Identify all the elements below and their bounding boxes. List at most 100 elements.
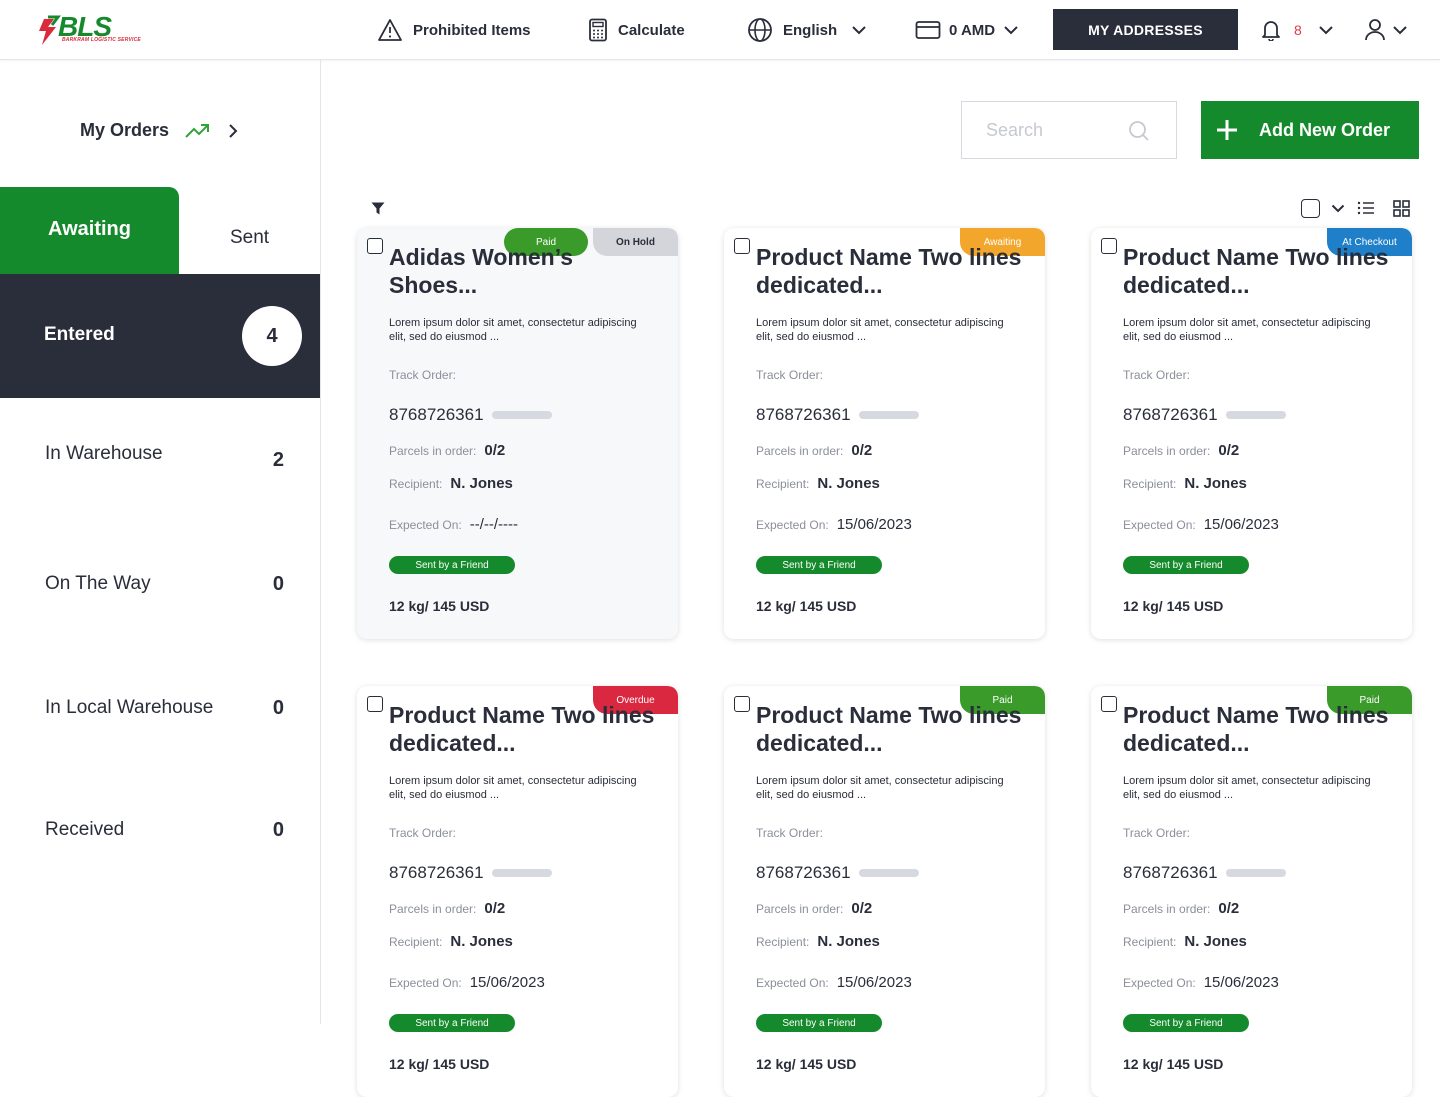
recipient-label: Recipient: [756, 934, 810, 949]
card-description: Lorem ipsum dolor sit amet, consectetur … [756, 317, 1004, 343]
chevron-right-icon [229, 123, 238, 138]
user-menu[interactable] [1364, 0, 1408, 60]
recipient-label: Recipient: [1123, 476, 1177, 491]
track-order-label: Track Order: [756, 826, 823, 840]
language-selector[interactable]: English [747, 0, 867, 60]
card-title: Product Name Two lines dedicated... [389, 702, 655, 756]
expected-label: Expected On: [756, 517, 829, 532]
card-title: Product Name Two lines dedicated... [1123, 702, 1389, 756]
status-on-the-way[interactable]: On The Way 0 [45, 573, 285, 596]
prohibited-items-label: Prohibited Items [413, 21, 531, 39]
track-progress-bar [1225, 869, 1286, 877]
chevron-down-icon [1004, 26, 1018, 35]
recipient-label: Recipient: [1123, 934, 1177, 949]
status-received[interactable]: Received 0 [45, 819, 285, 842]
track-number[interactable]: 8768726361 [1123, 863, 1286, 883]
balance-selector[interactable]: 0 AMD [915, 0, 1019, 60]
expected-label: Expected On: [1123, 975, 1196, 990]
bls-logo[interactable]: BLS BARKRAM LOGISTIC SERVICE [36, 11, 148, 47]
balance-label: 0 AMD [949, 21, 996, 39]
parcels-row: Parcels in order: 0/2 [1123, 442, 1239, 459]
parcels-label: Parcels in order: [1123, 443, 1211, 458]
status-in-warehouse[interactable]: In Warehouse 2 [45, 443, 285, 472]
search-icon[interactable] [1128, 120, 1150, 142]
track-order-label: Track Order: [756, 368, 823, 382]
parcels-value: 0/2 [1218, 900, 1240, 917]
card-checkbox[interactable] [1101, 238, 1117, 254]
track-number[interactable]: 8768726361 [1123, 405, 1286, 425]
track-order-label: Track Order: [1123, 826, 1190, 840]
expected-row: Expected On: --/--/---- [389, 516, 518, 533]
warning-icon [378, 19, 402, 41]
track-number[interactable]: 8768726361 [389, 863, 552, 883]
status-in-local-warehouse[interactable]: In Local Warehouse 0 [45, 697, 285, 720]
track-number-value: 8768726361 [1123, 405, 1218, 424]
language-label: English [783, 21, 838, 39]
my-orders-label: My Orders [80, 120, 170, 140]
card-checkbox[interactable] [367, 238, 383, 254]
track-number[interactable]: 8768726361 [389, 405, 552, 425]
chevron-down-icon[interactable] [1331, 204, 1345, 213]
track-number-value: 8768726361 [756, 405, 851, 424]
weight-price: 12 kg/ 145 USD [1123, 1056, 1224, 1072]
order-card[interactable]: At Checkout Product Name Two lines dedic… [1091, 228, 1412, 639]
search-box [961, 101, 1177, 159]
recipient-row: Recipient: N. Jones [756, 933, 880, 950]
calculate-label: Calculate [618, 21, 685, 39]
chevron-down-icon [1393, 26, 1407, 35]
tab-awaiting[interactable]: Awaiting [0, 187, 179, 274]
my-addresses-button[interactable]: MY ADDRESSES [1053, 9, 1238, 50]
tab-sent[interactable]: Sent [179, 187, 320, 274]
logo-subtitle: BARKRAM LOGISTIC SERVICE [62, 37, 141, 43]
expected-value: 15/06/2023 [836, 516, 912, 533]
card-checkbox[interactable] [367, 696, 383, 712]
recipient-label: Recipient: [389, 476, 443, 491]
track-order-label: Track Order: [389, 826, 456, 840]
select-all-checkbox[interactable] [1301, 199, 1320, 218]
plus-icon [1217, 120, 1237, 140]
track-number-value: 8768726361 [389, 863, 484, 882]
expected-value: 15/06/2023 [836, 974, 912, 991]
order-card[interactable]: Paid Product Name Two lines dedicated...… [724, 686, 1045, 1097]
status-entered[interactable]: Entered 4 [0, 274, 320, 398]
status-label: Received [45, 819, 125, 840]
card-checkbox[interactable] [734, 238, 750, 254]
parcels-row: Parcels in order: 0/2 [756, 442, 872, 459]
weight-price: 12 kg/ 145 USD [756, 1056, 857, 1072]
calculator-icon [589, 18, 607, 42]
parcels-value: 0/2 [1218, 442, 1240, 459]
expected-row: Expected On: 15/06/2023 [1123, 516, 1279, 533]
expected-row: Expected On: 15/06/2023 [756, 974, 912, 991]
track-number[interactable]: 8768726361 [756, 863, 919, 883]
track-number[interactable]: 8768726361 [756, 405, 919, 425]
sent-by-friend-badge: Sent by a Friend [1123, 556, 1249, 574]
recipient-label: Recipient: [389, 934, 443, 949]
notifications-menu[interactable]: 8 [1261, 0, 1334, 60]
filter-icon[interactable] [371, 202, 385, 215]
order-card[interactable]: Paid On Hold Adidas Women’s Shoes... Lore… [357, 228, 678, 639]
track-progress-bar [491, 869, 552, 877]
order-card[interactable]: Awaiting Product Name Two lines dedicate… [724, 228, 1045, 639]
grid-view-icon[interactable] [1393, 200, 1410, 217]
my-orders-link[interactable]: My Orders [80, 120, 239, 141]
search-input[interactable] [986, 119, 1116, 141]
sent-by-friend-badge: Sent by a Friend [389, 556, 515, 574]
recipient-row: Recipient: N. Jones [1123, 933, 1247, 950]
prohibited-items-link[interactable]: Prohibited Items [377, 0, 531, 60]
order-card[interactable]: Overdue Product Name Two lines dedicated… [357, 686, 678, 1097]
weight-price: 12 kg/ 145 USD [389, 598, 490, 614]
order-card[interactable]: Paid Product Name Two lines dedicated...… [1091, 686, 1412, 1097]
card-description: Lorem ipsum dolor sit amet, consectetur … [756, 775, 1004, 801]
add-new-order-button[interactable]: Add New Order [1201, 101, 1419, 159]
card-checkbox[interactable] [734, 696, 750, 712]
status-label: In Local Warehouse [45, 697, 214, 718]
parcels-value: 0/2 [484, 900, 506, 917]
status-label: On The Way [45, 573, 151, 594]
weight-price: 12 kg/ 145 USD [389, 1056, 490, 1072]
track-progress-bar [1225, 411, 1286, 419]
list-view-icon[interactable] [1357, 201, 1375, 215]
expected-label: Expected On: [389, 975, 462, 990]
card-checkbox[interactable] [1101, 696, 1117, 712]
calculate-link[interactable]: Calculate [588, 0, 685, 60]
globe-icon [748, 18, 772, 42]
